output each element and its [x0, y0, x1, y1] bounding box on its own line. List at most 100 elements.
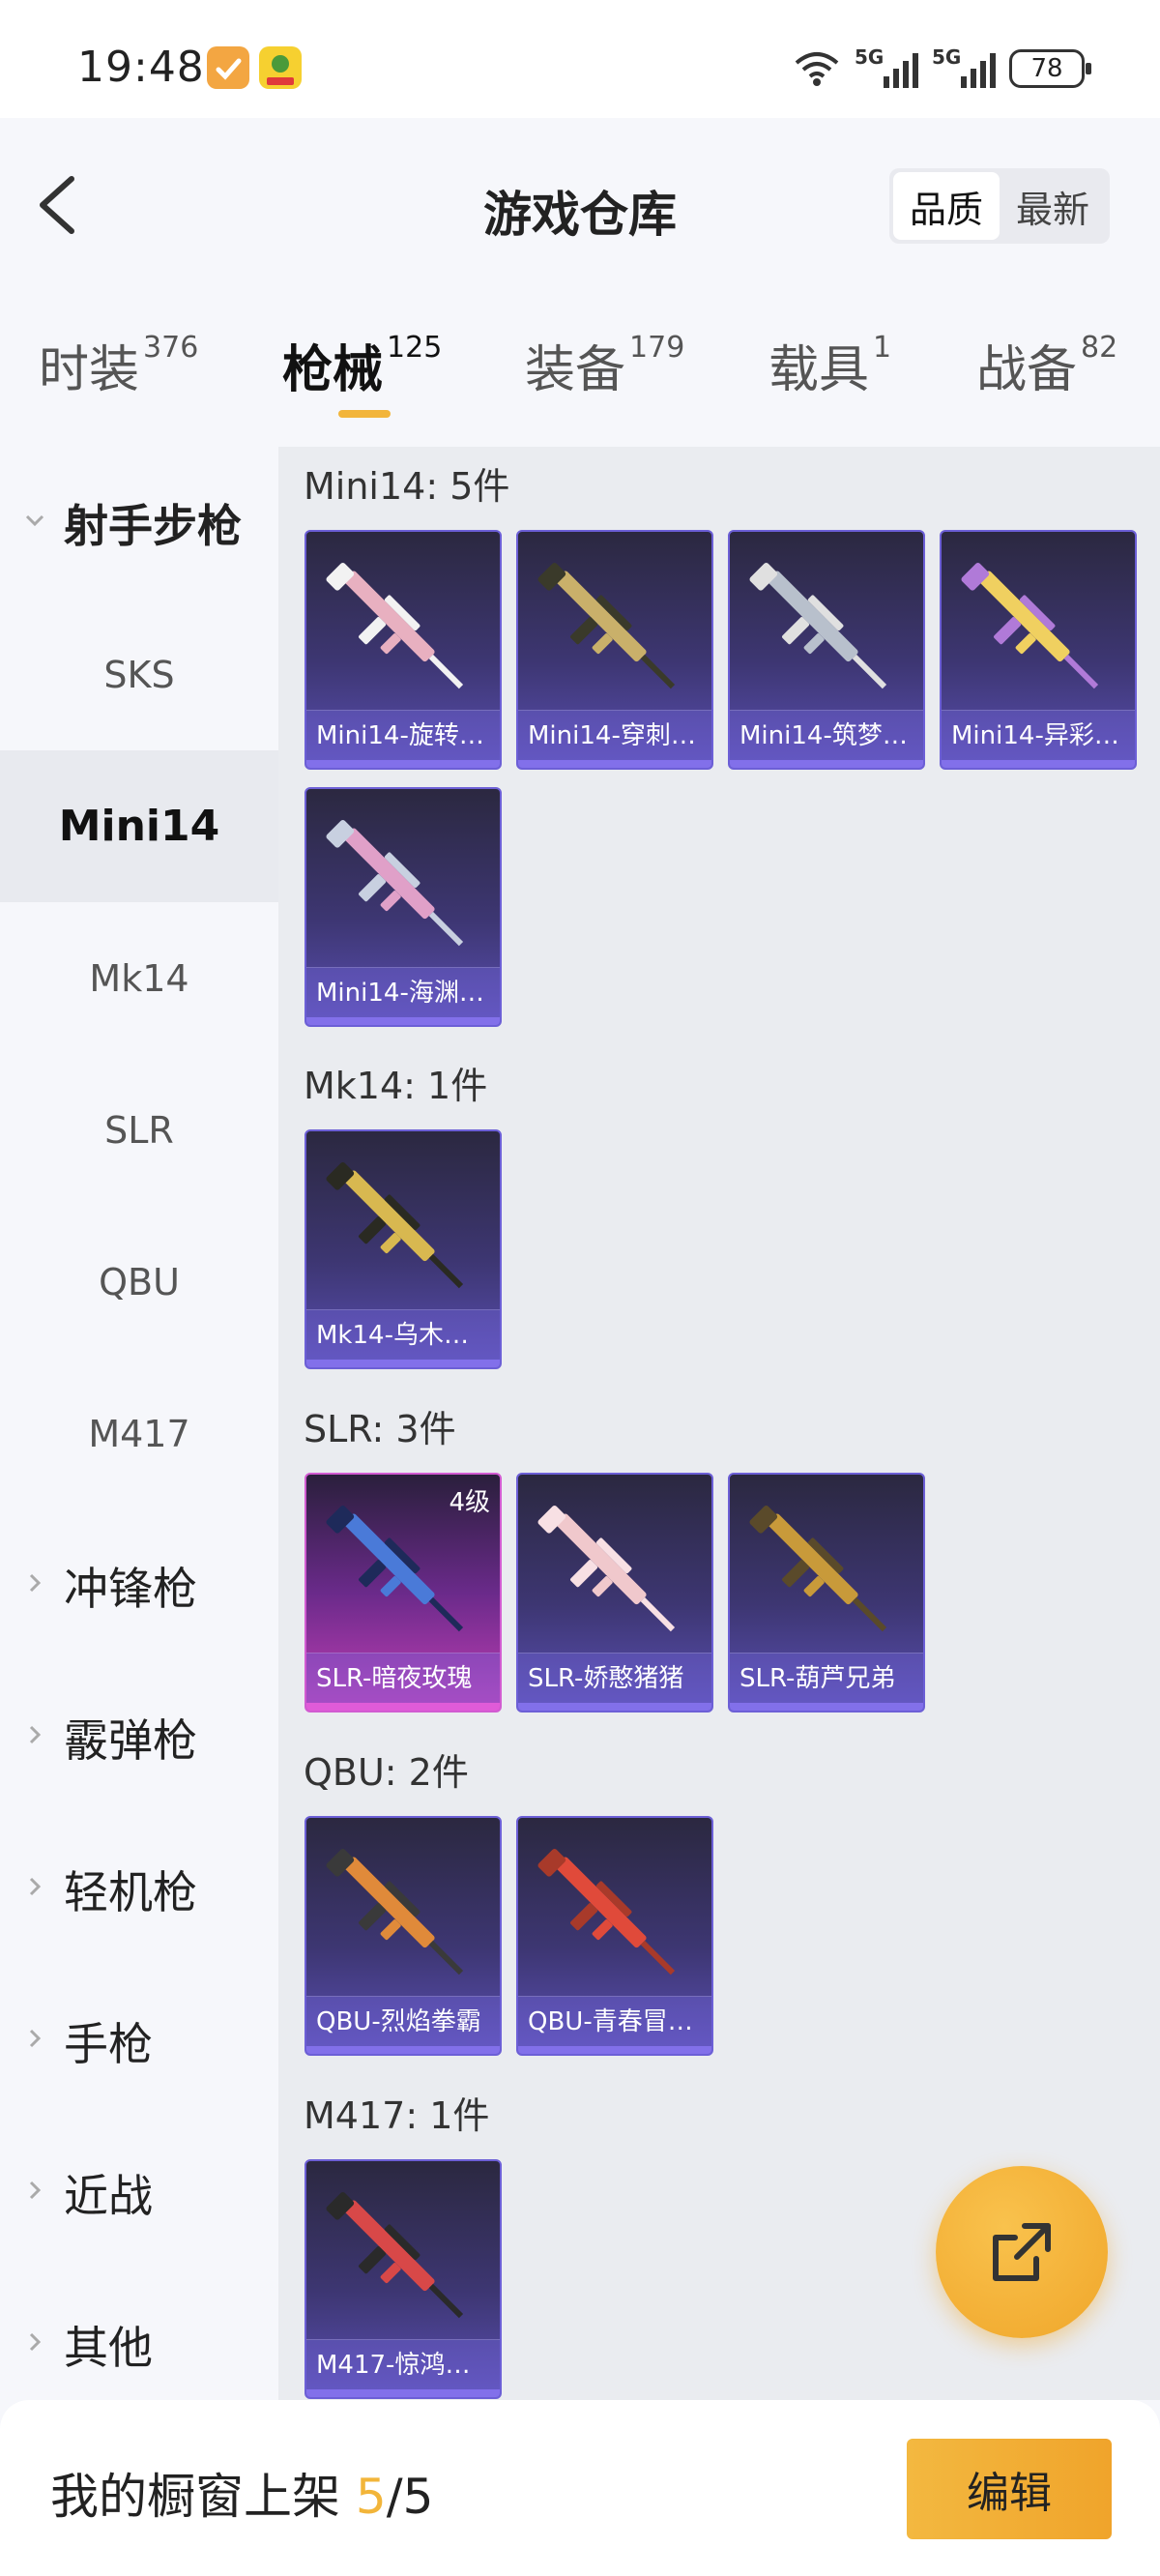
- sidebar-item-label: 手枪: [64, 2017, 153, 2070]
- section-title: Mk14: 1件: [304, 1065, 488, 1107]
- weapon-skin-image: [537, 1505, 676, 1632]
- weapon-card[interactable]: Mini14-筑梦…: [728, 530, 925, 770]
- chevron-right-icon: [29, 2029, 42, 2048]
- weapon-skin-image: [326, 562, 464, 689]
- weapon-name: Mk14-乌木金…: [306, 1309, 500, 1360]
- tab-label: 载具: [768, 341, 870, 399]
- sidebar-item-qbu[interactable]: QBU: [0, 1206, 278, 1358]
- rarity-bar: [306, 760, 500, 768]
- weapon-skin-image: [326, 1505, 464, 1632]
- rarity-bar: [942, 760, 1135, 768]
- sort-quality-option[interactable]: 品质: [893, 172, 1000, 240]
- sidebar-item-label: 冲锋枪: [64, 1562, 197, 1615]
- tab-count: 1: [873, 331, 892, 365]
- rarity-bar: [306, 1360, 500, 1367]
- weapon-skin-image: [326, 819, 464, 947]
- weapon-name: M417-惊鸿侠…: [306, 2339, 500, 2389]
- sidebar-item-sks[interactable]: SKS: [0, 599, 278, 750]
- weapon-skin-image: [537, 1848, 676, 1976]
- section-title: M417: 1件: [304, 2094, 490, 2137]
- chevron-right-icon: [29, 1725, 42, 1744]
- share-icon: [993, 2223, 1051, 2281]
- rarity-bar: [306, 2389, 500, 2397]
- sidebar-item-mk14[interactable]: Mk14: [0, 902, 278, 1054]
- rarity-bar: [730, 1703, 923, 1711]
- tab-label: 装备: [525, 341, 626, 399]
- game-app-notification-icon: [259, 46, 302, 89]
- sidebar-item-label: 射手步枪: [64, 499, 242, 552]
- weapon-name: Mini14-穿刺…: [518, 710, 711, 760]
- weapon-skin-image: [326, 1161, 464, 1289]
- tab-fashion[interactable]: 时装 376: [39, 329, 198, 401]
- weapon-card[interactable]: 4级 SLR-暗夜玫瑰: [304, 1473, 502, 1712]
- sidebar-item-label: QBU: [99, 1260, 180, 1303]
- showcase-total: /5: [386, 2469, 434, 2525]
- showcase-status: 我的橱窗上架 5/5: [50, 2458, 433, 2528]
- sidebar-item-mini14[interactable]: Mini14: [0, 750, 278, 902]
- sidebar-item-slr[interactable]: SLR: [0, 1054, 278, 1206]
- weapon-card[interactable]: QBU-烈焰拳霸: [304, 1816, 502, 2056]
- sidebar-item-label: 轻机枪: [64, 1865, 197, 1918]
- rarity-bar: [518, 760, 711, 768]
- tab-label: 战备: [976, 341, 1078, 399]
- sidebar-item-label: M417: [88, 1412, 190, 1455]
- weapon-card[interactable]: SLR-娇憨猪猪: [516, 1473, 713, 1712]
- sidebar-item-m417[interactable]: M417: [0, 1358, 278, 1509]
- sidebar-item-pistol[interactable]: 手枪: [0, 1965, 278, 2117]
- weapon-card[interactable]: Mini14-旋转…: [304, 530, 502, 770]
- tab-count: 376: [143, 331, 199, 365]
- weapon-name: Mini14-筑梦…: [730, 710, 923, 760]
- tab-vehicles[interactable]: 载具 1: [768, 329, 891, 401]
- weapon-card[interactable]: Mini14-海渊…: [304, 787, 502, 1027]
- cellular-signal-icon-2: 5G: [932, 45, 996, 88]
- sidebar-item-shotgun[interactable]: 霰弹枪: [0, 1661, 278, 1813]
- weapon-card[interactable]: Mini14-穿刺…: [516, 530, 713, 770]
- sort-latest-option[interactable]: 最新: [1000, 172, 1106, 240]
- edit-button[interactable]: 编辑: [907, 2439, 1112, 2539]
- sidebar-item-other[interactable]: 其他: [0, 2269, 278, 2420]
- weapon-skin-image: [961, 562, 1099, 689]
- weapon-card[interactable]: Mk14-乌木金…: [304, 1129, 502, 1369]
- chevron-right-icon: [29, 1573, 42, 1593]
- sidebar-item-lmg[interactable]: 轻机枪: [0, 1813, 278, 1965]
- tab-equipment[interactable]: 装备 179: [525, 329, 684, 401]
- weapon-skin-image: [537, 562, 676, 689]
- weapon-name: QBU-烈焰拳霸: [306, 1996, 500, 2046]
- sort-toggle: 品质 最新: [889, 168, 1110, 244]
- rarity-bar: [518, 2046, 711, 2054]
- weapon-name: Mini14-旋转…: [306, 710, 500, 760]
- sidebar-item-marksman-rifle[interactable]: 射手步枪: [0, 447, 278, 599]
- battery-icon: 78: [1009, 49, 1091, 88]
- header: 游戏仓库 品质 最新: [0, 118, 1160, 292]
- cellular-signal-icon-1: 5G: [855, 45, 918, 88]
- category-tabs: 时装 376 枪械 125 装备 179 载具 1 战备 82: [0, 319, 1160, 435]
- weapon-card[interactable]: Mini14-异彩…: [940, 530, 1137, 770]
- rarity-bar: [306, 1017, 500, 1025]
- weapon-name: Mini14-异彩…: [942, 710, 1135, 760]
- battery-level: 78: [1030, 54, 1063, 83]
- tab-supplies[interactable]: 战备 82: [976, 329, 1117, 401]
- tab-weapons[interactable]: 枪械 125: [282, 329, 442, 401]
- sidebar-item-label: 近战: [64, 2169, 153, 2222]
- sidebar-item-label: 其他: [64, 2321, 153, 2374]
- chevron-right-icon: [29, 1877, 42, 1896]
- status-bar: 19:48 5G 5G 78: [0, 0, 1160, 118]
- showcase-label: 我的橱窗上架: [50, 2469, 356, 2525]
- weapon-skin-image: [326, 1848, 464, 1976]
- share-button[interactable]: [936, 2166, 1108, 2338]
- weapon-card[interactable]: SLR-葫芦兄弟: [728, 1473, 925, 1712]
- weapon-category-sidebar: 射手步枪 SKS Mini14 Mk14 SLR QBU M417 冲锋枪 霰弹…: [0, 447, 278, 2400]
- sidebar-item-melee[interactable]: 近战: [0, 2117, 278, 2269]
- weapon-card[interactable]: QBU-青春冒…: [516, 1816, 713, 2056]
- tab-label: 枪械: [282, 341, 384, 399]
- sidebar-item-label: 霰弹枪: [64, 1713, 197, 1767]
- weapon-skin-image: [749, 1505, 887, 1632]
- weapon-name: SLR-娇憨猪猪: [518, 1653, 711, 1703]
- bottom-bar: 我的橱窗上架 5/5 编辑: [0, 2400, 1160, 2576]
- weapon-card[interactable]: M417-惊鸿侠…: [304, 2159, 502, 2399]
- rarity-bar: [306, 1703, 500, 1711]
- tab-count: 125: [387, 331, 443, 365]
- app-notification-icon: [207, 46, 249, 89]
- weapon-name: QBU-青春冒…: [518, 1996, 711, 2046]
- sidebar-item-smg[interactable]: 冲锋枪: [0, 1509, 278, 1661]
